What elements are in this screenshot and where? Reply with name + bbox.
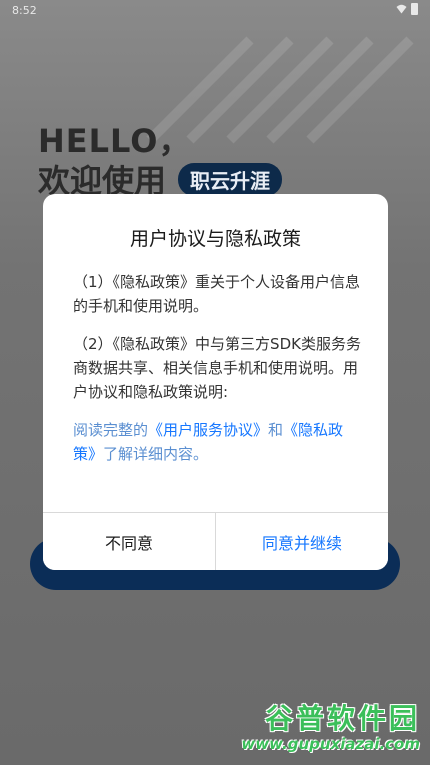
brand-badge: 职云升涯: [178, 162, 283, 196]
dialog-paragraph-2: （2）《隐私政策》中与第三方SDK类服务务商数据共享、相关信息手机和使用说明。用…: [73, 335, 361, 401]
status-bar: 8:52: [0, 0, 430, 20]
dialog-title: 用户协议与隐私政策: [129, 228, 301, 250]
dialog-actions: 不同意 同意并继续: [43, 512, 388, 570]
status-time: 8:52: [12, 4, 37, 17]
read-suffix: 了解详细内容。: [103, 445, 209, 463]
user-agreement-link[interactable]: 《用户服务协议》: [148, 421, 268, 439]
wifi-icon: [396, 4, 407, 14]
agree-continue-button[interactable]: 同意并继续: [216, 513, 388, 570]
disagree-button[interactable]: 不同意: [43, 513, 216, 570]
status-icons: [396, 3, 418, 15]
dialog-paragraph-1: （1）《隐私政策》重关于个人设备用户信息的手机和使用说明。: [73, 273, 361, 315]
dialog-body: （1）《隐私政策》重关于个人设备用户信息的手机和使用说明。 （2）《隐私政策》中…: [73, 270, 363, 480]
read-and: 和: [268, 421, 284, 439]
watermark-url: www.gupuxiazai.com: [241, 735, 420, 753]
watermark-name: 谷普软件园: [264, 702, 420, 735]
dialog-read-paragraph: 阅读完整的《用户服务协议》和《隐私政策》了解详细内容。: [73, 418, 363, 466]
privacy-dialog: 用户协议与隐私政策 （1）《隐私政策》重关于个人设备用户信息的手机和使用说明。 …: [43, 194, 388, 570]
read-prefix: 阅读完整的: [73, 421, 149, 439]
battery-icon: [411, 3, 418, 15]
watermark: 谷普软件园 www.gupuxiazai.com: [224, 697, 424, 761]
